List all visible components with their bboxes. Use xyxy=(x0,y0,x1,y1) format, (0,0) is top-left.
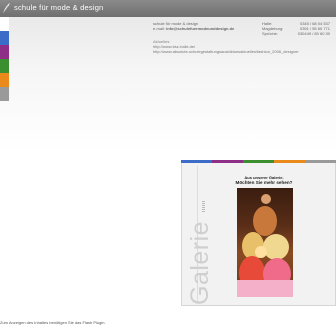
phone-label: Sprüche: xyxy=(262,31,279,37)
galerie-title: Galerie xyxy=(186,220,214,305)
email-label: e-mail: xyxy=(153,26,166,32)
galerie-photo[interactable] xyxy=(237,188,293,297)
phone-block: Halle: 0345 / 68 04 537 Magdeburg: 0391 … xyxy=(262,21,330,37)
galerie-promo: Aus unserer Galerie. Möchten Sie mehr se… xyxy=(228,175,300,185)
content-backdrop xyxy=(0,17,336,152)
flash-plugin-notice: Zum Anzeigen des Inhaltes benötigen Sie … xyxy=(0,320,106,325)
phone-row-third: Sprüche: 030449 / 80 60 30 xyxy=(262,31,330,36)
news-links: Aktuelles: http://www.bsz-halle.de/ http… xyxy=(153,39,299,55)
email-link[interactable]: info@schulefuermodeunddesign.de xyxy=(166,26,234,31)
brand-title: schule für mode & design xyxy=(14,3,104,12)
nav-tab-green[interactable] xyxy=(0,59,9,73)
nav-tab-blue[interactable] xyxy=(0,31,9,45)
nav-tab-orange[interactable] xyxy=(0,73,9,87)
galerie-ticks-decoration xyxy=(202,201,205,213)
color-nav xyxy=(0,17,9,101)
galerie-color-stripe xyxy=(181,160,336,163)
news-link-2[interactable]: http://www.absolute-schulegestaltungsaus… xyxy=(153,49,299,54)
nav-tab-gray[interactable] xyxy=(0,87,9,101)
promo-line-2[interactable]: Möchten Sie mehr sehen? xyxy=(228,180,300,185)
phone-value: 030449 / 80 60 30 xyxy=(297,31,330,37)
contact-block: schule für mode & design e-mail: info@sc… xyxy=(153,21,234,31)
leaf-logo-icon xyxy=(3,3,10,13)
nav-tab-white[interactable] xyxy=(0,17,9,31)
header-bar: schule für mode & design xyxy=(0,0,336,17)
nav-tab-purple[interactable] xyxy=(0,45,9,59)
email-row: e-mail: info@schulefuermodeunddesign.de xyxy=(153,26,234,31)
